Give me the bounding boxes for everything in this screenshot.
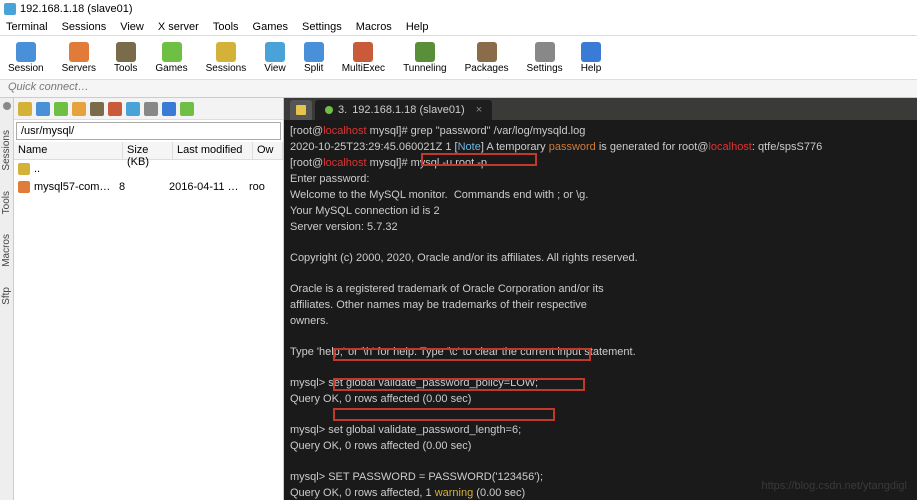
file-toolbar-icon-0[interactable] <box>18 102 32 116</box>
file-toolbar-icon-1[interactable] <box>36 102 50 116</box>
terminal-output[interactable]: [root@localhost mysql]# grep "password" … <box>284 120 917 500</box>
toolbar-label: Session <box>8 63 44 74</box>
toolbar-label: Packages <box>465 63 509 74</box>
menu-tools[interactable]: Tools <box>213 21 239 33</box>
toolbar-label: Split <box>304 63 323 74</box>
file-row[interactable]: mysql57-community-release-el…82016-04-11… <box>14 178 283 196</box>
toolbar-settings[interactable]: Settings <box>527 42 563 74</box>
file-owner: roo <box>249 181 279 193</box>
sessions-icon <box>216 42 236 62</box>
file-name: .. <box>34 163 119 175</box>
col-size[interactable]: Size (KB) <box>123 142 173 159</box>
file-icon <box>18 163 30 175</box>
toolbar-packages[interactable]: Packages <box>465 42 509 74</box>
toolbar-multiexec[interactable]: MultiExec <box>342 42 385 74</box>
window-titlebar: 192.168.1.18 (slave01) <box>0 0 917 18</box>
side-tab-sftp[interactable]: Sftp <box>1 287 12 305</box>
packages-icon <box>477 42 497 62</box>
file-name: mysql57-community-release-el… <box>34 181 119 193</box>
file-toolbar-icon-8[interactable] <box>162 102 176 116</box>
app-icon <box>4 3 16 15</box>
menu-bar: Terminal Sessions View X server Tools Ga… <box>0 18 917 36</box>
menu-xserver[interactable]: X server <box>158 21 199 33</box>
multiexec-icon <box>353 42 373 62</box>
toolbar-session[interactable]: Session <box>8 42 44 74</box>
file-lastmod: 2016-04-11 … <box>169 181 249 193</box>
side-tab-macros[interactable]: Macros <box>1 234 12 267</box>
toolbar-label: Tools <box>114 63 137 74</box>
tab-index: 3. <box>338 104 347 116</box>
toolbar-label: Help <box>581 63 602 74</box>
toolbar-games[interactable]: Games <box>155 42 187 74</box>
toolbar-help[interactable]: Help <box>581 42 602 74</box>
main-toolbar: Session Servers Tools Games Sessions View Spli… <box>0 36 917 80</box>
file-toolbar-icon-6[interactable] <box>126 102 140 116</box>
help-icon <box>581 42 601 62</box>
pin-icon[interactable] <box>3 102 11 110</box>
toolbar-sessions[interactable]: Sessions <box>206 42 247 74</box>
menu-sessions[interactable]: Sessions <box>62 21 107 33</box>
toolbar-view[interactable]: View <box>264 42 286 74</box>
tools-icon <box>116 42 136 62</box>
tab-label: 192.168.1.18 (slave01) <box>352 104 465 116</box>
tunneling-icon <box>415 42 435 62</box>
toolbar-label: View <box>264 63 286 74</box>
col-owner[interactable]: Ow <box>253 142 283 159</box>
games-icon <box>162 42 182 62</box>
status-dot-icon <box>325 106 333 114</box>
file-toolbar-icon-9[interactable] <box>180 102 194 116</box>
toolbar-label: MultiExec <box>342 63 385 74</box>
menu-settings[interactable]: Settings <box>302 21 342 33</box>
path-input[interactable] <box>16 122 281 140</box>
col-lastmod[interactable]: Last modified <box>173 142 253 159</box>
side-tab-sessions[interactable]: Sessions <box>1 130 12 171</box>
window-title: 192.168.1.18 (slave01) <box>20 3 133 15</box>
file-toolbar-icon-5[interactable] <box>108 102 122 116</box>
vertical-sidebar: Sessions Tools Macros Sftp <box>0 98 14 500</box>
toolbar-label: Servers <box>62 63 96 74</box>
file-toolbar-icon-2[interactable] <box>54 102 68 116</box>
home-tab[interactable] <box>290 100 312 120</box>
toolbar-tools[interactable]: Tools <box>114 42 137 74</box>
menu-games[interactable]: Games <box>253 21 288 33</box>
menu-terminal[interactable]: Terminal <box>6 21 48 33</box>
file-icon <box>18 181 30 193</box>
toolbar-split[interactable]: Split <box>304 42 324 74</box>
close-icon[interactable]: × <box>476 104 482 116</box>
file-list: .. mysql57-community-release-el…82016-04-… <box>14 160 283 196</box>
watermark: https://blog.csdn.net/ytangdigl <box>761 479 907 494</box>
menu-help[interactable]: Help <box>406 21 429 33</box>
file-row[interactable]: .. <box>14 160 283 178</box>
menu-view[interactable]: View <box>120 21 144 33</box>
session-icon <box>16 42 36 62</box>
file-browser-panel: Name Size (KB) Last modified Ow .. mysql5… <box>14 98 284 500</box>
toolbar-tunneling[interactable]: Tunneling <box>403 42 447 74</box>
file-size: 8 <box>119 181 169 193</box>
split-icon <box>304 42 324 62</box>
file-toolbar-icon-4[interactable] <box>90 102 104 116</box>
toolbar-label: Games <box>155 63 187 74</box>
toolbar-label: Settings <box>527 63 563 74</box>
toolbar-label: Sessions <box>206 63 247 74</box>
home-icon <box>296 105 306 115</box>
file-toolbar-icon-3[interactable] <box>72 102 86 116</box>
servers-icon <box>69 42 89 62</box>
quick-connect-bar[interactable]: Quick connect… <box>0 80 917 98</box>
toolbar-servers[interactable]: Servers <box>62 42 96 74</box>
file-columns-header: Name Size (KB) Last modified Ow <box>14 142 283 160</box>
terminal-tabbar: 3. 192.168.1.18 (slave01) × <box>284 98 917 120</box>
session-tab[interactable]: 3. 192.168.1.18 (slave01) × <box>315 100 492 120</box>
terminal-panel: 3. 192.168.1.18 (slave01) × [root@localh… <box>284 98 917 500</box>
highlight-box <box>333 408 555 421</box>
side-tab-tools[interactable]: Tools <box>1 191 12 214</box>
settings-icon <box>535 42 555 62</box>
menu-macros[interactable]: Macros <box>356 21 392 33</box>
view-icon <box>265 42 285 62</box>
file-toolbar-icon-7[interactable] <box>144 102 158 116</box>
col-name[interactable]: Name <box>14 142 123 159</box>
file-toolbar <box>14 98 283 120</box>
toolbar-label: Tunneling <box>403 63 447 74</box>
